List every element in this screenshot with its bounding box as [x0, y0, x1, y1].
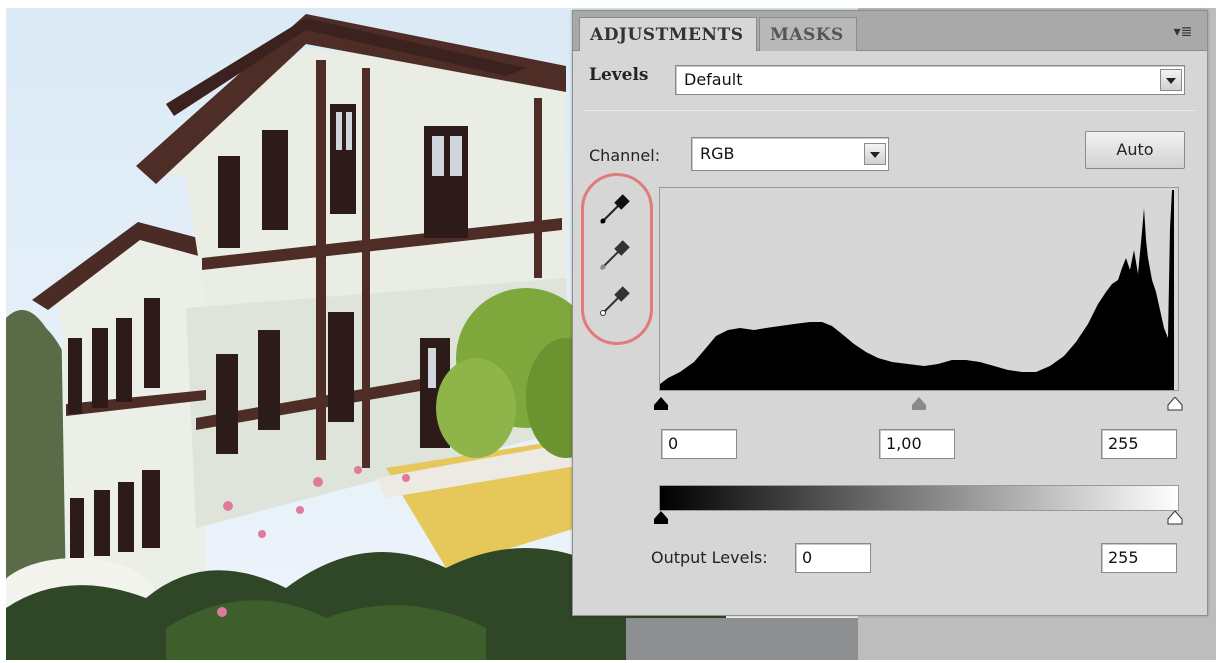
- white-point-eyedropper-icon[interactable]: [597, 283, 633, 319]
- channel-select[interactable]: RGB: [691, 137, 889, 171]
- channel-label: Channel:: [589, 146, 661, 165]
- panel-menu-icon[interactable]: ▾≣: [1171, 23, 1195, 41]
- preset-value: Default: [684, 70, 743, 89]
- input-gamma-slider[interactable]: [911, 397, 927, 411]
- output-black-field[interactable]: 0: [795, 543, 871, 573]
- gray-point-eyedropper-icon[interactable]: [597, 237, 633, 273]
- output-white-field[interactable]: 255: [1101, 543, 1177, 573]
- preset-select[interactable]: Default: [675, 65, 1185, 95]
- input-white-slider[interactable]: [1167, 397, 1183, 411]
- auto-button[interactable]: Auto: [1085, 131, 1185, 169]
- input-black-slider[interactable]: [653, 397, 669, 411]
- input-gamma-field[interactable]: 1,00: [879, 429, 955, 459]
- input-white-field[interactable]: 255: [1101, 429, 1177, 459]
- histogram-shape: [660, 190, 1174, 390]
- black-point-eyedropper-icon[interactable]: [597, 191, 633, 227]
- channel-value: RGB: [700, 144, 735, 163]
- levels-label: Levels: [589, 65, 649, 85]
- adjustments-panel: ADJUSTMENTS MASKS ▾≣ Levels Default Chan…: [572, 10, 1208, 616]
- levels-histogram: [659, 187, 1179, 391]
- input-black-field[interactable]: 0: [661, 429, 737, 459]
- output-gradient-bar: [659, 485, 1179, 511]
- output-white-slider[interactable]: [1167, 511, 1183, 525]
- tab-masks[interactable]: MASKS: [759, 17, 857, 51]
- dropdown-arrow-icon[interactable]: [1160, 69, 1182, 91]
- tab-adjustments[interactable]: ADJUSTMENTS: [579, 17, 757, 51]
- output-black-slider[interactable]: [653, 511, 669, 525]
- output-levels-label: Output Levels:: [651, 548, 768, 567]
- dropdown-arrow-icon[interactable]: [864, 143, 886, 165]
- panel-tab-bar: ADJUSTMENTS MASKS ▾≣: [573, 11, 1207, 51]
- section-divider: [583, 110, 1195, 111]
